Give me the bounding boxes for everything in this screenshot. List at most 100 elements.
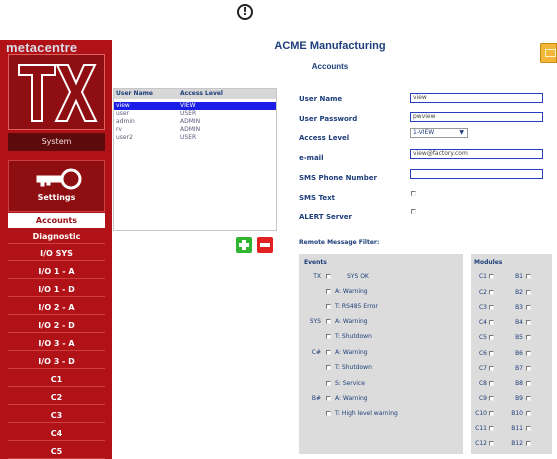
event-checkbox[interactable] — [326, 274, 331, 279]
module-b-label: B2 — [515, 289, 523, 296]
module-checkbox[interactable] — [489, 411, 494, 416]
modules-heading: Modules — [474, 259, 503, 266]
event-checkbox[interactable] — [326, 411, 331, 416]
nav-diagnostic[interactable]: Diagnostic — [8, 229, 105, 244]
nav-accounts[interactable]: Accounts — [8, 213, 105, 228]
access-level-value: 1-VIEW — [413, 129, 435, 136]
module-checkbox[interactable] — [526, 396, 531, 401]
nav-io-2-d[interactable]: I/O 2 - D — [8, 318, 105, 333]
access-level-select[interactable]: 1-VIEW ▼ — [410, 128, 468, 138]
event-checkbox[interactable] — [326, 365, 331, 370]
nav-io-2-a[interactable]: I/O 2 - A — [8, 300, 105, 315]
user-name-field[interactable]: view — [410, 93, 543, 103]
event-checkbox[interactable] — [326, 289, 331, 294]
nav-c2[interactable]: C2 — [8, 390, 105, 405]
delete-user-button[interactable] — [257, 237, 273, 253]
access-level-cell: ADMIN — [180, 118, 201, 125]
module-c-label: C9 — [478, 395, 487, 402]
event-label: T: RS485 Error — [335, 303, 378, 310]
users-table: User Name Access Level view VIEW user US… — [113, 88, 277, 231]
module-checkbox[interactable] — [526, 335, 531, 340]
email-field[interactable]: view@factory.com — [410, 149, 543, 159]
modules-panel: Modules C1 B1 C2 B2 C3 B3 C4 B4 C5 B5 C6… — [471, 254, 552, 454]
nav-io-1-d[interactable]: I/O 1 - D — [8, 282, 105, 297]
access-level-cell: ADMIN — [180, 126, 201, 133]
event-checkbox[interactable] — [326, 334, 331, 339]
module-checkbox[interactable] — [489, 396, 494, 401]
module-b-label: B7 — [515, 365, 523, 372]
password-field[interactable]: pwview — [410, 112, 543, 122]
sms-phone-field[interactable] — [410, 169, 543, 179]
module-c-label: C5 — [478, 334, 487, 341]
table-row[interactable]: user2 USER — [114, 134, 276, 142]
nav-c1[interactable]: C1 — [8, 372, 105, 387]
add-user-button[interactable] — [236, 237, 252, 253]
user-name-cell: user2 — [116, 134, 133, 141]
table-row[interactable]: admin ADMIN — [114, 118, 276, 126]
access-level-cell: USER — [180, 134, 197, 141]
module-b-label: B6 — [515, 350, 523, 357]
module-b-label: B1 — [515, 273, 523, 280]
event-checkbox[interactable] — [326, 319, 331, 324]
event-checkbox[interactable] — [326, 396, 331, 401]
module-checkbox[interactable] — [489, 274, 494, 279]
settings-panel[interactable] — [8, 160, 105, 212]
event-group-label: B# — [311, 395, 321, 402]
event-label: S: Service — [335, 380, 365, 387]
chevron-down-icon: ▼ — [459, 129, 464, 136]
module-checkbox[interactable] — [526, 274, 531, 279]
module-checkbox[interactable] — [489, 335, 494, 340]
table-row[interactable]: rv ADMIN — [114, 126, 276, 134]
nav-io-3-a[interactable]: I/O 3 - A — [8, 336, 105, 351]
module-b-label: B5 — [515, 334, 523, 341]
event-checkbox[interactable] — [326, 350, 331, 355]
settings-label: Settings — [37, 193, 76, 202]
nav-io-3-d[interactable]: I/O 3 - D — [8, 354, 105, 369]
module-checkbox[interactable] — [489, 366, 494, 371]
module-b-label: B12 — [511, 440, 523, 447]
password-label: User Password — [299, 115, 358, 123]
event-checkbox[interactable] — [326, 304, 331, 309]
sms-text-label: SMS Text — [299, 194, 335, 202]
nav-c3[interactable]: C3 — [8, 408, 105, 423]
sms-text-checkbox[interactable] — [411, 191, 416, 196]
folder-icon[interactable] — [540, 43, 557, 63]
module-checkbox[interactable] — [489, 381, 494, 386]
table-row[interactable]: view VIEW — [114, 102, 276, 110]
nav-io-sys[interactable]: I/O SYS — [8, 246, 105, 261]
nav-c5[interactable]: C5 — [8, 444, 105, 459]
module-checkbox[interactable] — [489, 351, 494, 356]
system-button[interactable]: System — [8, 133, 105, 151]
alert-server-label: ALERT Server — [299, 213, 352, 221]
page-title: ACME Manufacturing — [274, 40, 386, 52]
nav-c4[interactable]: C4 — [8, 426, 105, 441]
module-checkbox[interactable] — [489, 290, 494, 295]
tx-logo — [8, 54, 105, 130]
page-subtitle: Accounts — [311, 62, 349, 71]
module-c-label: C12 — [475, 440, 487, 447]
module-checkbox[interactable] — [526, 351, 531, 356]
nav-io-1-a[interactable]: I/O 1 - A — [8, 264, 105, 279]
module-checkbox[interactable] — [526, 426, 531, 431]
module-checkbox[interactable] — [526, 411, 531, 416]
module-b-label: B10 — [511, 410, 523, 417]
module-checkbox[interactable] — [489, 305, 494, 310]
module-checkbox[interactable] — [526, 290, 531, 295]
event-label: A: Warning — [335, 395, 368, 402]
module-checkbox[interactable] — [526, 305, 531, 310]
event-group-label: SYS — [309, 318, 321, 325]
module-c-label: C6 — [478, 350, 487, 357]
module-checkbox[interactable] — [526, 441, 531, 446]
module-checkbox[interactable] — [489, 441, 494, 446]
table-row[interactable]: user USER — [114, 110, 276, 118]
module-checkbox[interactable] — [489, 320, 494, 325]
alert-server-checkbox[interactable] — [411, 209, 416, 214]
user-name-cell: admin — [116, 118, 135, 125]
event-label: T: Shutdown — [335, 364, 372, 371]
module-checkbox[interactable] — [526, 381, 531, 386]
module-checkbox[interactable] — [489, 426, 494, 431]
module-checkbox[interactable] — [526, 320, 531, 325]
module-checkbox[interactable] — [526, 366, 531, 371]
event-checkbox[interactable] — [326, 381, 331, 386]
event-label: T: Shutdown — [335, 333, 372, 340]
